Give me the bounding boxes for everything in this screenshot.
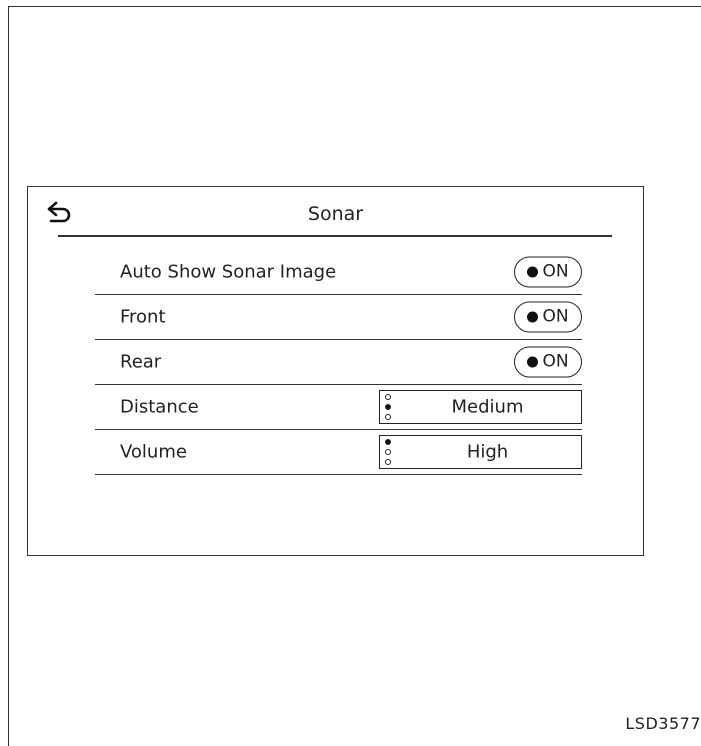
setting-row-rear: Rear ON: [95, 339, 582, 385]
setting-row-front: Front ON: [95, 294, 582, 340]
setting-label: Auto Show Sonar Image: [120, 261, 337, 282]
level-dot-high: [385, 438, 391, 445]
toggle-on-indicator-icon: [527, 311, 539, 322]
level-dot-medium: [385, 448, 391, 455]
setting-label: Rear: [120, 351, 162, 372]
setting-label: Distance: [120, 396, 199, 417]
selector-value: High: [466, 441, 509, 462]
sonar-settings-screen: Sonar Auto Show Sonar Image ON Front ON …: [27, 186, 644, 556]
selector-value: Medium: [451, 396, 524, 417]
toggle-state: ON: [542, 261, 569, 282]
level-dot-medium: [385, 403, 391, 410]
setting-row-distance: Distance Medium: [95, 384, 582, 430]
rear-toggle[interactable]: ON: [514, 346, 582, 377]
toggle-state: ON: [542, 351, 569, 372]
toggle-state: ON: [542, 306, 569, 327]
figure-id: LSD3577: [625, 714, 701, 733]
distance-selector[interactable]: Medium: [379, 389, 582, 424]
title-divider: [58, 235, 612, 237]
front-toggle[interactable]: ON: [514, 301, 582, 332]
level-dot-low: [385, 413, 391, 420]
level-dot-high: [385, 393, 391, 400]
setting-row-auto-show-sonar-image: Auto Show Sonar Image ON: [95, 249, 582, 295]
setting-label: Front: [120, 306, 166, 327]
level-indicator-icon: [385, 393, 392, 420]
screen-title: Sonar: [307, 203, 364, 225]
level-indicator-icon: [385, 438, 392, 465]
level-dot-low: [385, 458, 391, 465]
setting-label: Volume: [120, 441, 187, 462]
toggle-on-indicator-icon: [527, 266, 539, 277]
setting-row-volume: Volume High: [95, 429, 582, 475]
volume-selector[interactable]: High: [379, 434, 582, 469]
auto-show-sonar-image-toggle[interactable]: ON: [514, 256, 582, 287]
toggle-on-indicator-icon: [527, 356, 539, 367]
